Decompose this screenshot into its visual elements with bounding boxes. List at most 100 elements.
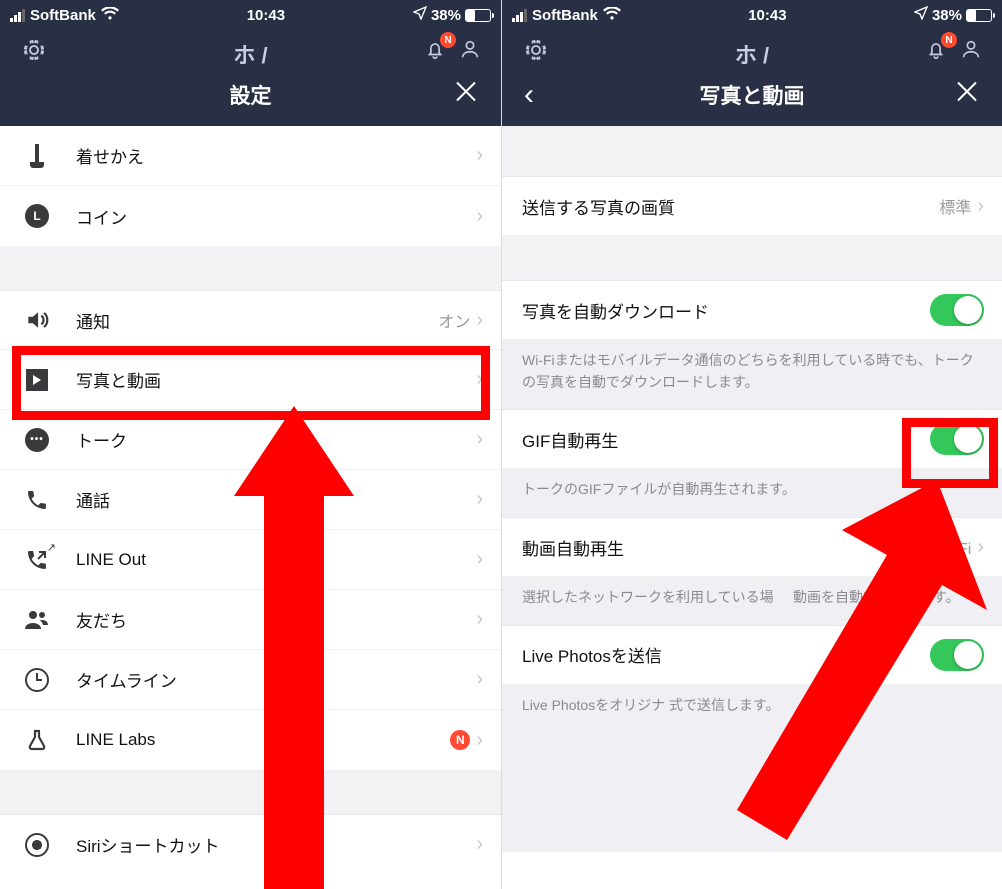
toggle-auto-download[interactable] [930, 294, 984, 326]
chevron-right-icon: › [476, 548, 483, 571]
right-phone: SoftBank 10:43 38% ホ / N ‹ 写真と動画 [501, 0, 1002, 889]
phone-out-icon [22, 545, 52, 575]
section-gap [502, 126, 1002, 176]
chevron-right-icon: › [476, 205, 483, 228]
person-icon[interactable] [459, 38, 481, 66]
location-icon [914, 6, 928, 24]
row-label: LINE Labs [76, 730, 450, 750]
friends-icon [22, 605, 52, 635]
row-photo-video[interactable]: 写真と動画 › [0, 350, 501, 410]
battery-pct: 38% [932, 7, 962, 24]
row-talk[interactable]: トーク › [0, 410, 501, 470]
row-label: コイン [76, 204, 476, 229]
app-topbar: ホ / N [502, 30, 1002, 64]
notif-badge: N [440, 32, 456, 48]
row-label: LINE Out [76, 550, 476, 570]
section-gap [0, 246, 501, 290]
row-notifications[interactable]: 通知 オン › [0, 290, 501, 350]
row-call[interactable]: 通話 › [0, 470, 501, 530]
row-theme[interactable]: 着せかえ › [0, 126, 501, 186]
row-label: 写真を自動ダウンロード [522, 298, 930, 323]
chevron-right-icon: › [476, 729, 483, 752]
status-bar: SoftBank 10:43 38% [0, 0, 501, 30]
row-video-autoplay[interactable]: 動画自動再生 とWi-Fi › [502, 517, 1002, 577]
row-label: タイムライン [76, 667, 476, 692]
row-label: Live Photosを送信 [522, 642, 930, 667]
status-time: 10:43 [247, 7, 285, 24]
carrier-label: SoftBank [30, 7, 96, 24]
brush-icon [22, 141, 52, 171]
row-friends[interactable]: 友だち › [0, 590, 501, 650]
row-label: 通話 [76, 487, 476, 512]
left-phone: SoftBank 10:43 38% ホ / N 設定 [0, 0, 501, 889]
signal-icon [512, 9, 527, 22]
toggle-live-photos[interactable] [930, 639, 984, 671]
chevron-right-icon: › [476, 144, 483, 167]
close-icon[interactable] [453, 79, 479, 112]
chevron-right-icon: › [977, 195, 984, 218]
bell-icon[interactable]: N [925, 38, 947, 66]
speaker-icon [22, 305, 52, 335]
nav-header: ‹ 写真と動画 [502, 64, 1002, 126]
row-value: 標準 [939, 194, 971, 218]
row-auto-download[interactable]: 写真を自動ダウンロード [502, 280, 1002, 340]
flask-icon [22, 725, 52, 755]
row-label: 通知 [76, 308, 438, 333]
nav-header: 設定 [0, 64, 501, 126]
row-label: 動画自動再生 [522, 535, 918, 560]
toggle-gif-autoplay[interactable] [930, 423, 984, 455]
row-labs[interactable]: LINE Labs N › [0, 710, 501, 770]
wifi-icon [101, 7, 119, 24]
section-gap [0, 770, 501, 814]
signal-icon [10, 9, 25, 22]
bell-icon[interactable]: N [424, 38, 446, 66]
section-gap [502, 236, 1002, 280]
chevron-right-icon: › [476, 833, 483, 856]
row-coin[interactable]: L コイン › [0, 186, 501, 246]
row-description: トークのGIFファイルが自動再生されます。 [502, 469, 1002, 517]
row-live-photos[interactable]: Live Photosを送信 [502, 625, 1002, 685]
row-value: オン [438, 308, 470, 332]
battery-pct: 38% [431, 7, 461, 24]
chevron-right-icon: › [977, 536, 984, 559]
row-gif-autoplay[interactable]: GIF自動再生 [502, 409, 1002, 469]
row-label: トーク [76, 427, 476, 452]
photo-video-list: 送信する写真の画質 標準 › 写真を自動ダウンロード Wi-Fiまたはモバイルデ… [502, 126, 1002, 852]
nav-title: 設定 [230, 80, 272, 110]
row-description: Wi-Fiまたはモバイルデータ通信のどちらを利用している時でも、トークの写真を自… [502, 340, 1002, 409]
chevron-right-icon: › [476, 428, 483, 451]
row-value: とWi-Fi [918, 535, 971, 559]
chevron-right-icon: › [476, 668, 483, 691]
person-icon[interactable] [960, 38, 982, 66]
location-icon [413, 6, 427, 24]
chat-icon [22, 425, 52, 455]
battery-icon [966, 9, 992, 22]
chevron-right-icon: › [476, 488, 483, 511]
phone-icon [22, 485, 52, 515]
row-label: 友だち [76, 607, 476, 632]
row-label: 着せかえ [76, 143, 476, 168]
row-label: 送信する写真の画質 [522, 194, 939, 219]
chevron-right-icon: › [476, 309, 483, 332]
row-line-out[interactable]: LINE Out › [0, 530, 501, 590]
row-photo-quality[interactable]: 送信する写真の画質 標準 › [502, 176, 1002, 236]
clock-icon [22, 665, 52, 695]
row-label: Siriショートカット [76, 832, 476, 857]
row-description: Live Photosをオリジナ 式で送信します。 [502, 685, 1002, 733]
app-topbar: ホ / N [0, 30, 501, 64]
notif-badge: N [941, 32, 957, 48]
nav-title: 写真と動画 [700, 80, 805, 110]
siri-icon [22, 830, 52, 860]
row-siri[interactable]: Siriショートカット › [0, 814, 501, 874]
coin-icon: L [22, 201, 52, 231]
row-label: 写真と動画 [76, 367, 476, 392]
row-timeline[interactable]: タイムライン › [0, 650, 501, 710]
close-icon[interactable] [954, 79, 980, 112]
back-icon[interactable]: ‹ [524, 78, 534, 112]
status-time: 10:43 [748, 7, 786, 24]
row-label: GIF自動再生 [522, 427, 930, 452]
status-bar: SoftBank 10:43 38% [502, 0, 1002, 30]
play-square-icon [22, 365, 52, 395]
battery-icon [465, 9, 491, 22]
chevron-right-icon: › [476, 608, 483, 631]
